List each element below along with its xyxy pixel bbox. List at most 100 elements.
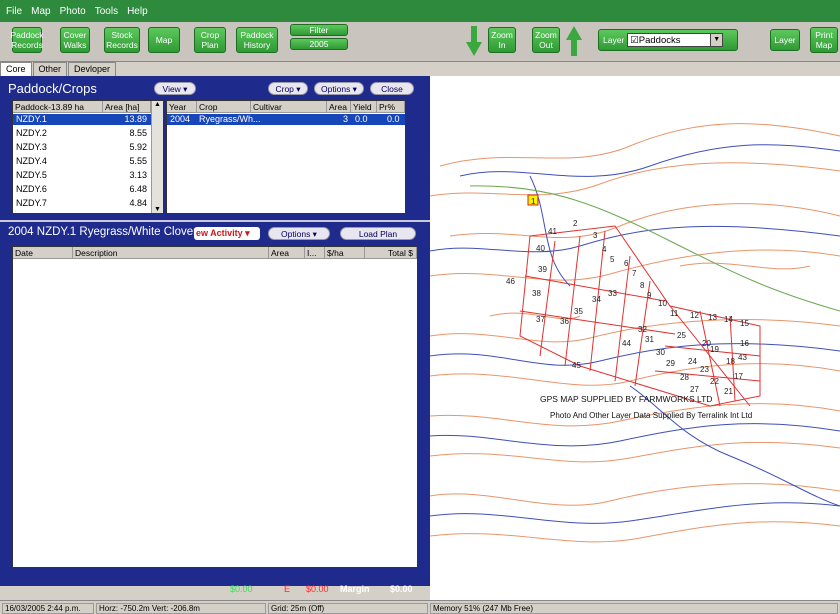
- paddock-number-label: 24: [688, 357, 697, 366]
- zoom-in-button[interactable]: Zoom In: [488, 27, 516, 53]
- zoom-out-button[interactable]: Zoom Out: [532, 27, 560, 53]
- layer-selector-group: Layer ☑Paddocks ▼: [598, 29, 738, 51]
- paddock-number-label: 29: [666, 359, 675, 368]
- yield-header[interactable]: Yield: [351, 101, 377, 113]
- paddock-number-label: 30: [656, 348, 665, 357]
- paddock-area: 5.92: [129, 142, 147, 152]
- layer-button[interactable]: Layer: [770, 29, 800, 51]
- menu-file[interactable]: File: [6, 6, 22, 17]
- paddock-header[interactable]: Paddock-13.89 ha: [13, 101, 103, 113]
- contour-lines: [429, 123, 840, 543]
- expense-label: E: [284, 584, 291, 594]
- menu-bar: File Map Photo Tools Help: [0, 0, 840, 22]
- paddock-name: NZDY.3: [16, 142, 47, 152]
- scroll-down-icon[interactable]: ▼: [152, 206, 163, 213]
- table-row[interactable]: NZDY.3 5.92: [13, 142, 151, 153]
- paddock-number-label: 2: [573, 219, 578, 228]
- tab-core[interactable]: Core: [0, 62, 32, 76]
- menu-tools[interactable]: Tools: [95, 6, 118, 17]
- paddock-name: NZDY.7: [16, 198, 47, 208]
- map-credit-1: GPS MAP SUPPLIED BY FARMWORKS LTD: [540, 394, 712, 404]
- per-ha-header[interactable]: $/ha: [325, 247, 365, 259]
- paddock-number-label: 8: [640, 281, 645, 290]
- total-header[interactable]: Total $: [365, 247, 417, 259]
- paddock-area: 8.55: [129, 128, 147, 138]
- activity-options-button[interactable]: Options ▾: [268, 227, 330, 240]
- table-row[interactable]: NZDY.4 5.55: [13, 156, 151, 167]
- paddock-number-label: 11: [670, 309, 679, 318]
- paddock-number-label: 20: [702, 339, 711, 348]
- date-header[interactable]: Date: [13, 247, 73, 259]
- menu-photo[interactable]: Photo: [60, 6, 86, 17]
- filter-year[interactable]: 2005: [290, 38, 348, 50]
- paddock-list[interactable]: Paddock-13.89 ha Area [ha] NZDY.1 13.89 NZ…: [12, 100, 164, 214]
- paddock-crops-title: Paddock/Crops: [8, 81, 97, 96]
- layer-label: Layer: [603, 35, 625, 45]
- area-col-header[interactable]: Area: [327, 101, 351, 113]
- paddock-number-label: 21: [724, 387, 733, 396]
- paddock-area: 4.84: [129, 198, 147, 208]
- table-row[interactable]: NZDY.6 6.48: [13, 184, 151, 195]
- i-header[interactable]: I...: [305, 247, 325, 259]
- close-button[interactable]: Close: [370, 82, 414, 95]
- status-coords: Horz: -750.2m Vert: -206.8m: [96, 603, 266, 614]
- arrow-up-icon[interactable]: [566, 26, 582, 56]
- map-button[interactable]: Map: [148, 27, 180, 53]
- stock-records-button[interactable]: Stock Records: [104, 27, 140, 53]
- menu-help[interactable]: Help: [127, 6, 148, 17]
- cultivar-header[interactable]: Cultivar: [251, 101, 327, 113]
- crop-plan-button[interactable]: Crop Plan: [194, 27, 226, 53]
- activity-table[interactable]: Date Description Area I... $/ha Total $: [12, 246, 418, 568]
- table-row[interactable]: NZDY.1 13.89: [13, 114, 151, 125]
- paddock-number-label: 19: [710, 345, 719, 354]
- table-row[interactable]: NZDY.7 4.84: [13, 198, 151, 209]
- print-map-button[interactable]: Print Map: [810, 27, 838, 53]
- crop-table[interactable]: Year Crop Cultivar Area Yield Pr% 2004 R…: [166, 100, 406, 214]
- paddock-number-label: 32: [638, 325, 647, 334]
- crop-pr: 0.0: [387, 114, 400, 124]
- paddock-number-label: 46: [506, 277, 515, 286]
- paddock-history-button[interactable]: Paddock History: [236, 27, 278, 53]
- activity-title: 2004 NZDY.1 Ryegrass/White Clover: [8, 226, 197, 238]
- paddock-number-label: 40: [536, 244, 545, 253]
- arrow-down-icon[interactable]: [466, 26, 482, 56]
- status-grid: Grid: 25m (Off): [268, 603, 428, 614]
- area-act-header[interactable]: Area: [269, 247, 305, 259]
- tab-devloper[interactable]: Devloper: [68, 62, 117, 76]
- crop-button[interactable]: Crop ▾: [268, 82, 308, 95]
- area-header[interactable]: Area [ha]: [103, 101, 151, 113]
- map-canvas[interactable]: 12345 67891011 12 13 14 151617181920212223242…: [429, 76, 840, 600]
- crop-header[interactable]: Crop: [197, 101, 251, 113]
- load-plan-button[interactable]: Load Plan: [340, 227, 416, 240]
- table-row[interactable]: NZDY.2 8.55: [13, 128, 151, 139]
- options-button[interactable]: Options ▾: [314, 82, 364, 95]
- map-view[interactable]: 1 2 3 4 5 6 7 8 9 10 11 12 13 14 15 16 17 18 19 20 21 22 23 24 2…: [429, 76, 840, 600]
- year-header[interactable]: Year: [167, 101, 197, 113]
- paddock-number-label: 18: [726, 357, 735, 366]
- paddock-name: NZDY.4: [16, 156, 47, 166]
- totals-footer: $0.00 E $0.00 Margin $0.00: [12, 584, 418, 598]
- table-row[interactable]: 2004 Ryegrass/Wh... 3 0.0 0.0: [167, 114, 405, 125]
- paddock-number-label: 35: [574, 307, 583, 316]
- paddock-number-label: 1: [531, 197, 536, 206]
- menu-map[interactable]: Map: [31, 6, 50, 17]
- paddock-area: 3.13: [129, 170, 147, 180]
- chevron-down-icon[interactable]: ▼: [710, 34, 723, 46]
- cover-walks-button[interactable]: Cover Walks: [60, 27, 90, 53]
- new-activity-button[interactable]: ew Activity ▾: [194, 227, 260, 240]
- scroll-up-icon[interactable]: ▲: [152, 101, 163, 108]
- paddock-records-button[interactable]: Paddock Records: [10, 27, 44, 53]
- tab-other[interactable]: Other: [32, 62, 68, 76]
- paddock-number-label: 28: [680, 373, 689, 382]
- expense-total: $0.00: [306, 584, 329, 594]
- pr-header[interactable]: Pr%: [377, 101, 405, 113]
- table-row[interactable]: NZDY.5 3.13: [13, 170, 151, 181]
- view-button[interactable]: View ▾: [154, 82, 196, 95]
- layer-select[interactable]: ☑Paddocks ▼: [627, 33, 724, 47]
- filter-button[interactable]: Filter: [290, 24, 348, 36]
- margin-total: $0.00: [390, 584, 413, 594]
- description-header[interactable]: Description: [73, 247, 269, 259]
- paddock-number-label: 38: [532, 289, 541, 298]
- paddock-number-label: 5: [610, 255, 615, 264]
- scrollbar[interactable]: ▲ ▼: [151, 101, 163, 213]
